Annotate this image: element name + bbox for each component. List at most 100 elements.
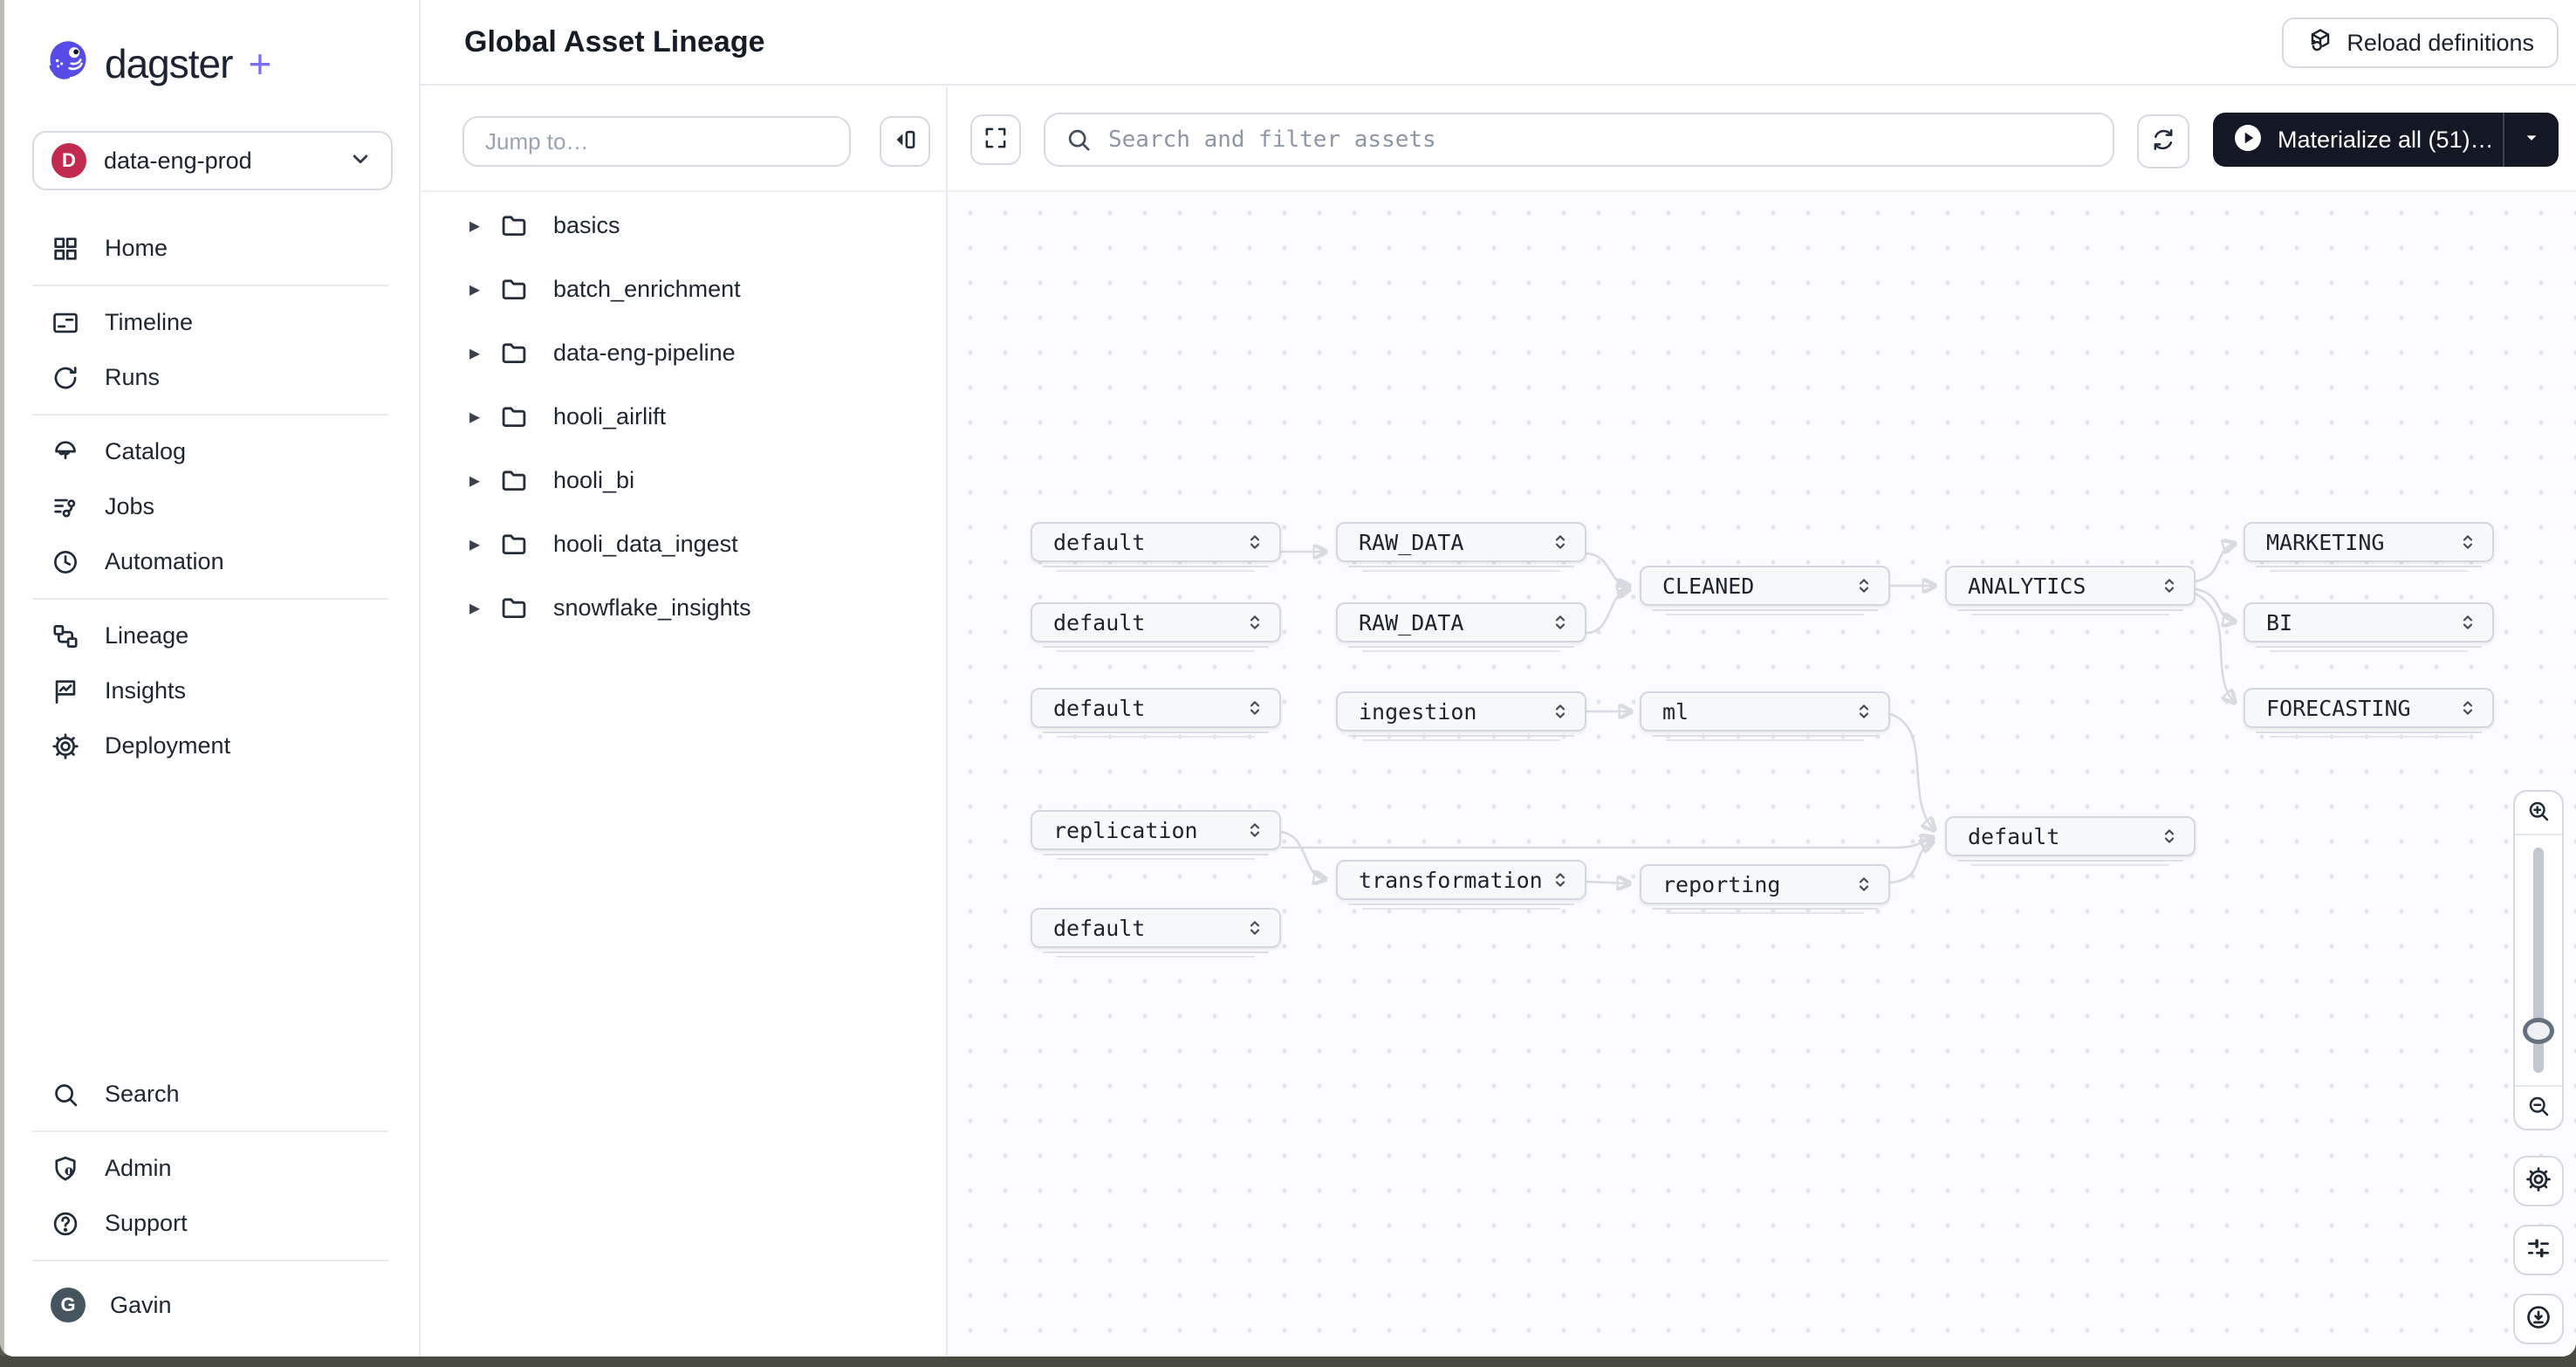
folder-icon [499, 466, 538, 496]
tree-folder-hooli_airlift[interactable]: ▸ hooli_airlift [421, 385, 946, 449]
zoom-out-button[interactable] [2515, 1085, 2562, 1129]
unfold-more-icon[interactable] [1543, 699, 1578, 724]
lineage-edge-raw_data-1-to-cleaned [1586, 553, 1628, 586]
tree-folder-snowflake_insights[interactable]: ▸snowflake_insights [421, 576, 946, 640]
graph-filters-button[interactable] [2513, 1225, 2564, 1275]
unfold-more-icon[interactable] [1543, 868, 1578, 892]
folder-icon [499, 211, 538, 241]
unfold-more-icon[interactable] [1237, 610, 1272, 635]
sidebar-item-automation[interactable]: Automation [0, 534, 419, 589]
asset-group-node-transformation[interactable]: transformation [1336, 860, 1586, 900]
sidebar-item-label: Automation [105, 548, 224, 575]
sidebar-item-label: Admin [105, 1155, 172, 1182]
play-icon [2232, 122, 2264, 158]
caret-right-icon[interactable]: ▸ [469, 277, 499, 302]
sidebar-item-timeline[interactable]: Timeline [0, 295, 419, 350]
caret-right-icon[interactable]: ▸ [469, 595, 499, 621]
window-edge [0, 0, 4, 1357]
deployment-selector[interactable]: D data-eng-prod [32, 131, 393, 190]
asset-group-node-reporting[interactable]: reporting [1640, 864, 1890, 904]
asset-search-input[interactable] [1044, 113, 2114, 167]
asset-group-node-marketing[interactable]: MARKETING [2244, 522, 2494, 562]
materialize-all-button[interactable]: Materialize all (51)… [2213, 113, 2559, 167]
group-node-label: RAW_DATA [1338, 530, 1543, 555]
asset-group-node-raw_data-1[interactable]: RAW_DATA [1336, 522, 1586, 562]
zoom-slider-thumb[interactable] [2523, 1018, 2554, 1044]
collapse-panel-button[interactable] [880, 116, 930, 167]
folder-icon [499, 339, 538, 368]
asset-group-node-analytics[interactable]: ANALYTICS [1945, 566, 2196, 606]
tree-folder-hooli_data_ingest[interactable]: ▸hooli_data_ingest [421, 512, 946, 576]
tree-folder-batch_enrichment[interactable]: ▸batch_enrichment [421, 258, 946, 321]
sidebar-item-label: Home [105, 235, 168, 262]
unfold-more-icon[interactable] [1846, 574, 1881, 598]
caret-right-icon[interactable]: ▸ [469, 468, 499, 493]
materialize-all-main[interactable]: Materialize all (51)… [2213, 113, 2503, 167]
sidebar-section-divider [32, 414, 388, 416]
unfold-more-icon[interactable] [1237, 916, 1272, 940]
unfold-more-icon[interactable] [2450, 696, 2485, 720]
caret-right-icon[interactable]: ▸ [469, 404, 499, 429]
asset-group-node-default-2[interactable]: default [1031, 602, 1281, 642]
sidebar-item-search[interactable]: Search [0, 1067, 419, 1122]
download-graph-button[interactable] [2513, 1294, 2564, 1344]
panel-divider [946, 87, 948, 1357]
sidebar-item-runs[interactable]: Runs [0, 350, 419, 405]
caret-right-icon[interactable]: ▸ [469, 532, 499, 557]
asset-group-node-default-4[interactable]: default [1945, 816, 2196, 856]
sidebar-item-label: Insights [105, 677, 186, 704]
sidebar-item-user[interactable]: GGavin [0, 1270, 419, 1340]
tree-folder-data-eng-pipeline[interactable]: ▸ data-eng-pipeline [421, 321, 946, 385]
unfold-more-icon[interactable] [1846, 699, 1881, 724]
asset-group-node-raw_data-2[interactable]: RAW_DATA [1336, 602, 1586, 642]
tree-folder-label: hooli_airlift [553, 403, 666, 430]
unfold-more-icon[interactable] [2450, 530, 2485, 554]
sidebar-item-support[interactable]: Support [0, 1196, 419, 1251]
caret-right-icon[interactable]: ▸ [469, 340, 499, 366]
sidebar-item-home[interactable]: Home [0, 221, 419, 276]
asset-group-node-bi[interactable]: BI [2244, 602, 2494, 642]
group-node-label: reporting [1641, 872, 1846, 897]
jump-to-input[interactable] [462, 116, 851, 167]
sidebar-item-admin[interactable]: Admin [0, 1141, 419, 1196]
unfold-more-icon[interactable] [2152, 574, 2187, 598]
materialize-dropdown-button[interactable] [2504, 113, 2559, 167]
asset-group-node-default-5[interactable]: default [1031, 908, 1281, 948]
chevron-down-icon [347, 146, 373, 176]
unfold-more-icon[interactable] [1543, 610, 1578, 635]
unfold-more-icon[interactable] [1543, 530, 1578, 554]
zoom-slider[interactable] [2515, 835, 2562, 1085]
lineage-edges [948, 194, 2576, 1357]
logo-wordmark: dagster [105, 40, 232, 87]
sidebar-item-lineage[interactable]: Lineage [0, 608, 419, 663]
reload-definitions-button[interactable]: Reload definitions [2282, 17, 2559, 68]
sidebar-item-catalog[interactable]: Catalog [0, 424, 419, 479]
jobs-icon [51, 492, 80, 522]
asset-group-node-forecasting[interactable]: FORECASTING [2244, 688, 2494, 728]
graph-settings-button[interactable] [2513, 1156, 2564, 1206]
tree-folder-hooli_bi[interactable]: ▸hooli_bi [421, 449, 946, 512]
sidebar-item-jobs[interactable]: Jobs [0, 479, 419, 534]
asset-group-node-default-1[interactable]: default [1031, 522, 1281, 562]
unfold-more-icon[interactable] [2152, 824, 2187, 848]
asset-group-node-cleaned[interactable]: CLEANED [1640, 566, 1890, 606]
fullscreen-button[interactable] [970, 114, 1021, 165]
sidebar-item-deployment[interactable]: Deployment [0, 718, 419, 773]
unfold-more-icon[interactable] [1237, 818, 1272, 842]
tree-folder-basics[interactable]: ▸basics [421, 194, 946, 258]
sidebar-item-insights[interactable]: Insights [0, 663, 419, 718]
refresh-button[interactable] [2137, 114, 2189, 168]
asset-group-node-ingestion[interactable]: ingestion [1336, 691, 1586, 732]
unfold-more-icon[interactable] [1846, 872, 1881, 896]
unfold-more-icon[interactable] [2450, 610, 2485, 635]
asset-group-node-replication[interactable]: replication [1031, 810, 1281, 850]
asset-group-node-default-3[interactable]: default [1031, 688, 1281, 728]
dagster-logo[interactable]: dagster + [45, 38, 271, 88]
unfold-more-icon[interactable] [1237, 530, 1272, 554]
folder-icon [499, 402, 538, 432]
zoom-in-button[interactable] [2515, 792, 2562, 835]
unfold-more-icon[interactable] [1237, 696, 1272, 720]
asset-group-node-ml[interactable]: ml [1640, 691, 1890, 732]
tree-folder-label: data-eng-pipeline [553, 340, 736, 367]
caret-right-icon[interactable]: ▸ [469, 213, 499, 238]
